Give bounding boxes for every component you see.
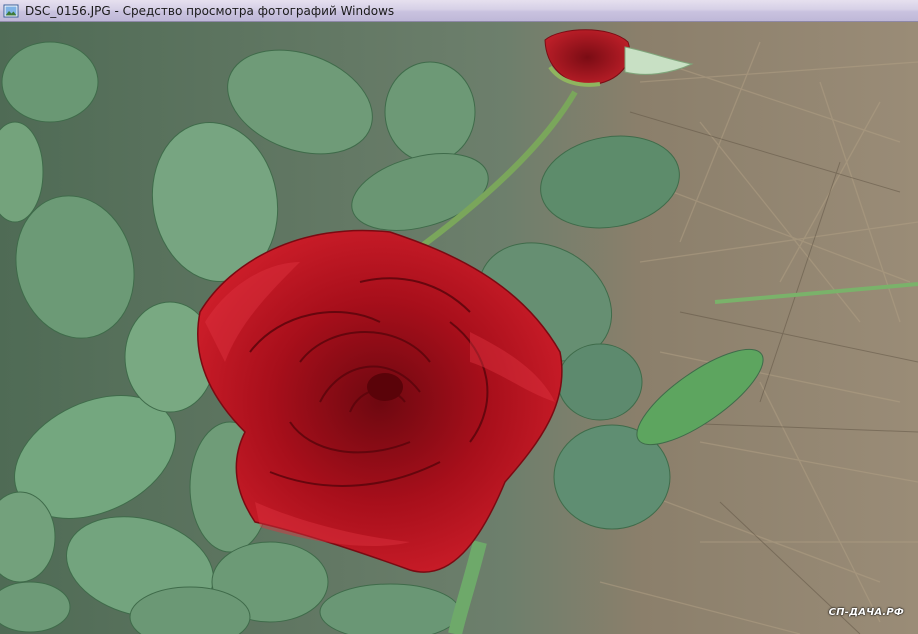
window-titlebar[interactable]: DSC_0156.JPG - Средство просмотра фотогр… [0,0,918,22]
watermark-text: СП-ДАЧА.РФ [828,607,904,618]
photo-image [0,22,918,634]
photo-canvas[interactable]: СП-ДАЧА.РФ [0,22,918,634]
window-title: DSC_0156.JPG - Средство просмотра фотогр… [25,3,395,18]
photo-viewer-app-icon [3,4,19,17]
